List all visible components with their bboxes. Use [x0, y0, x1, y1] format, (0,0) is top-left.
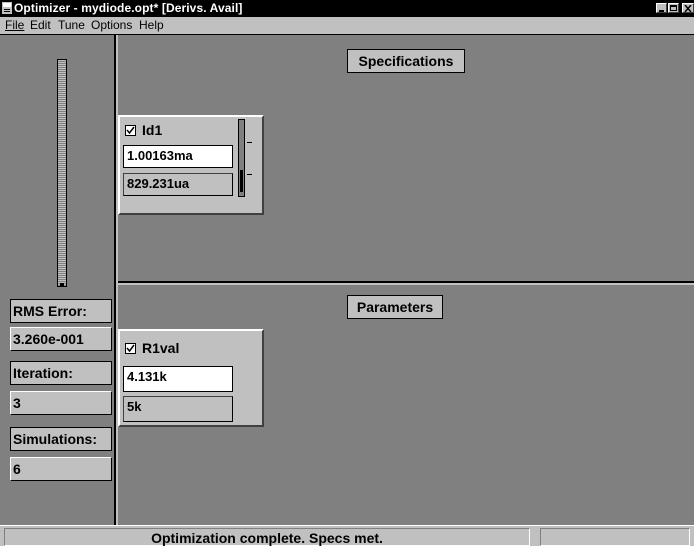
specifications-pane: Specifications Id1 1.00163ma 829.231ua — [118, 35, 694, 283]
spec-target-value[interactable]: 829.231ua — [123, 173, 233, 196]
param-enable-checkbox[interactable] — [125, 343, 136, 354]
window-title: Optimizer - mydiode.opt* [Derivs. Avail] — [14, 1, 243, 15]
title-bar: Optimizer - mydiode.opt* [Derivs. Avail] — [0, 0, 694, 17]
close-button[interactable] — [682, 3, 694, 13]
simulations-label: Simulations: — [10, 427, 112, 451]
menu-tune[interactable]: Tune — [56, 18, 87, 32]
parameters-pane: Parameters R1val 4.131k 5k — [118, 285, 694, 525]
param-card-r1val: R1val 4.131k 5k — [118, 329, 264, 427]
spec-current-value[interactable]: 1.00163ma — [123, 145, 233, 168]
specifications-header: Specifications — [347, 49, 465, 73]
param-initial-value[interactable]: 5k — [123, 396, 233, 422]
meter-end-icon — [60, 283, 64, 287]
parameters-header: Parameters — [347, 295, 443, 319]
menu-options[interactable]: Options — [89, 18, 134, 32]
rms-error-value: 3.260e-001 — [10, 327, 112, 351]
menu-help[interactable]: Help — [137, 18, 166, 32]
menu-file[interactable]: File — [3, 18, 26, 32]
simulations-value: 6 — [10, 457, 112, 481]
menu-bar: File Edit Tune Options Help — [0, 17, 694, 35]
status-bar: Optimization complete. Specs met. — [0, 525, 694, 546]
menu-edit[interactable]: Edit — [28, 18, 53, 32]
minimize-icon — [659, 10, 664, 12]
param-name: R1val — [142, 340, 180, 356]
slider-tick — [247, 174, 252, 175]
optimizer-app-icon[interactable] — [2, 2, 12, 14]
spec-tune-slider[interactable] — [238, 119, 245, 197]
minimize-button[interactable] — [656, 3, 667, 13]
checkmark-icon — [126, 126, 135, 135]
iteration-value: 3 — [10, 391, 112, 415]
close-icon — [684, 5, 692, 12]
maximize-icon — [670, 5, 677, 11]
spec-name: Id1 — [142, 122, 163, 138]
maximize-button[interactable] — [668, 3, 679, 13]
rms-error-label: RMS Error: — [10, 299, 112, 323]
spec-card-id1: Id1 1.00163ma 829.231ua — [118, 115, 264, 215]
status-secondary — [540, 528, 690, 546]
status-message: Optimization complete. Specs met. — [4, 528, 530, 546]
slider-tick — [247, 142, 252, 143]
status-panel: RMS Error: 3.260e-001 Iteration: 3 Simul… — [0, 35, 116, 525]
param-current-value[interactable]: 4.131k — [123, 366, 233, 392]
checkmark-icon — [126, 344, 135, 353]
spec-slider-thumb[interactable] — [240, 170, 243, 192]
progress-meter — [57, 59, 67, 287]
iteration-label: Iteration: — [10, 361, 112, 385]
spec-enable-checkbox[interactable] — [125, 125, 136, 136]
